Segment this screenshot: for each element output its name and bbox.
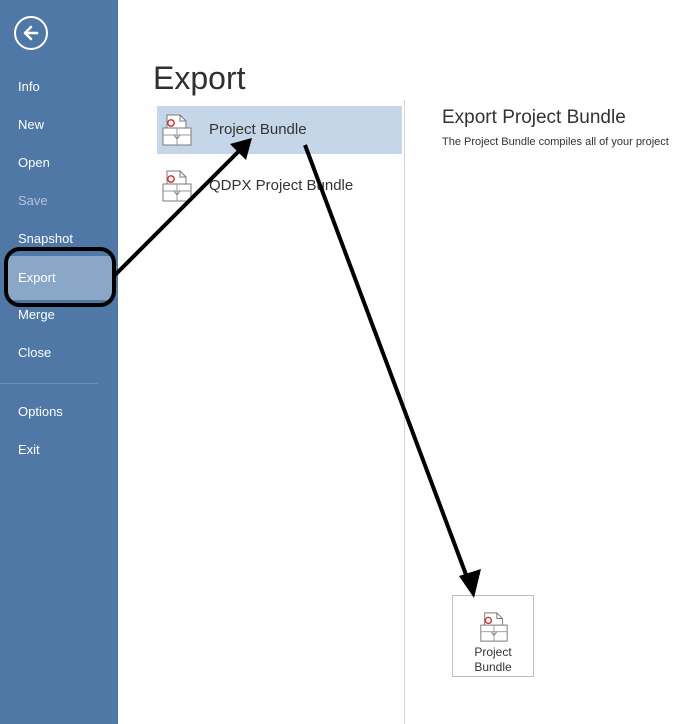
nav-open[interactable]: Open xyxy=(0,144,118,182)
nav-save: Save xyxy=(18,193,48,208)
back-button[interactable] xyxy=(14,16,48,50)
option-label: QDPX Project Bundle xyxy=(209,177,354,194)
nav-info[interactable]: Info xyxy=(0,68,118,106)
page-title: Export xyxy=(153,60,246,96)
backstage-sidebar: Info New Open Save Snapshot Export Merge… xyxy=(0,0,118,724)
project-bundle-icon xyxy=(162,114,192,146)
nav-close[interactable]: Close xyxy=(0,334,118,372)
nav-snapshot[interactable]: Snapshot xyxy=(0,220,118,258)
qdpx-bundle-icon xyxy=(162,170,192,202)
option-project-bundle[interactable]: Project Bundle xyxy=(157,106,402,154)
nav-export[interactable]: Export xyxy=(6,256,114,300)
nav-options[interactable]: Options xyxy=(0,393,118,431)
project-bundle-icon xyxy=(480,612,508,642)
nav-merge[interactable]: Merge xyxy=(0,296,118,334)
nav-divider xyxy=(0,383,98,384)
back-arrow-icon xyxy=(23,25,39,41)
detail-title: Export Project Bundle xyxy=(442,107,626,128)
project-bundle-button[interactable]: Project Bundle xyxy=(452,595,534,677)
pane-divider xyxy=(404,100,405,724)
arrow-to-button-head xyxy=(459,569,481,598)
option-qdpx-project-bundle[interactable]: QDPX Project Bundle xyxy=(157,162,402,210)
arrow-to-button xyxy=(303,144,470,581)
option-label: Project Bundle xyxy=(209,121,307,138)
nav-exit[interactable]: Exit xyxy=(0,431,118,469)
detail-description: The Project Bundle compiles all of your … xyxy=(442,136,669,148)
nav-new[interactable]: New xyxy=(0,106,118,144)
bundle-button-label: Project Bundle xyxy=(474,645,512,674)
